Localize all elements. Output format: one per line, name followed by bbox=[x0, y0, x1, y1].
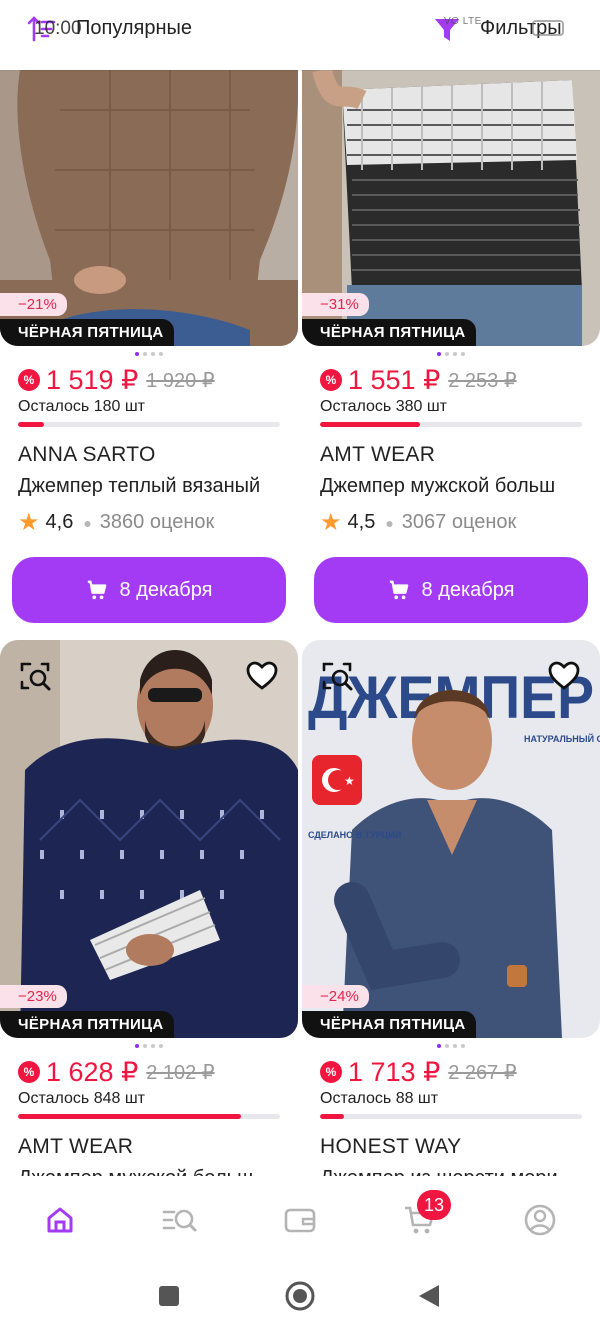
old-price: 2 102 ₽ bbox=[146, 1061, 215, 1084]
cart-count-badge: 13 bbox=[417, 1190, 451, 1220]
product-name[interactable]: Джемпер мужской больш bbox=[302, 475, 582, 498]
promo-label: ЧЁРНАЯ ПЯТНИЦА bbox=[302, 1011, 476, 1038]
bottom-navigation bbox=[0, 1176, 600, 1262]
promo-label: ЧЁРНАЯ ПЯТНИЦА bbox=[0, 319, 174, 346]
price: 1 628 ₽ bbox=[46, 1056, 139, 1087]
rating-value: 4,6 bbox=[45, 511, 74, 533]
brand: HONEST WAY bbox=[320, 1135, 462, 1158]
favorite-heart-icon[interactable] bbox=[544, 656, 584, 696]
star-icon: ★ bbox=[320, 509, 342, 536]
favorite-heart-icon[interactable] bbox=[242, 656, 282, 696]
cart-icon bbox=[87, 580, 106, 600]
rating-row: ★ 4,5 ● 3067 оценок bbox=[302, 508, 600, 537]
separator-dot: ● bbox=[83, 514, 92, 531]
home-button-icon[interactable] bbox=[284, 1280, 316, 1312]
brand: ANNA SARTO bbox=[18, 443, 156, 466]
status-time: 10:00 bbox=[34, 18, 82, 39]
discount-badge: −31% bbox=[302, 293, 369, 316]
nav-profile[interactable] bbox=[518, 1198, 562, 1242]
catalog-search-icon bbox=[162, 1209, 197, 1232]
price-row: % 1 519 ₽ 1 920 ₽ bbox=[0, 364, 298, 396]
add-to-cart-button[interactable]: 8 декабря bbox=[12, 557, 286, 623]
product-card[interactable]: −23% ЧЁРНАЯ ПЯТНИЦА % 1 628 ₽ 2 102 ₽ Ос… bbox=[0, 640, 298, 1190]
top-bar: 10:00 Популярные VO LTE Фильтры bbox=[0, 0, 600, 70]
nav-wallet[interactable] bbox=[278, 1198, 322, 1242]
discount-badge: −24% bbox=[302, 985, 369, 1008]
rating-value: 4,5 bbox=[347, 511, 376, 533]
image-pager bbox=[302, 1044, 600, 1050]
cart-icon bbox=[389, 580, 408, 600]
price-row: % 1 713 ₽ 2 267 ₽ bbox=[302, 1056, 600, 1088]
image-pager bbox=[0, 1044, 298, 1050]
price: 1 551 ₽ bbox=[348, 364, 441, 395]
image-pager bbox=[0, 352, 298, 358]
image-side-text: НАТУРАЛЬНЫЙ СОСТАВ bbox=[524, 733, 600, 744]
discount-percent-icon: % bbox=[18, 1061, 40, 1083]
star-icon: ★ bbox=[18, 509, 40, 536]
back-icon[interactable] bbox=[416, 1283, 442, 1309]
profile-icon bbox=[524, 1204, 556, 1236]
image-made-text: СДЕЛАНО В ТУРЦИИ bbox=[308, 830, 401, 840]
recents-icon[interactable] bbox=[157, 1284, 181, 1308]
system-navigation bbox=[0, 1262, 600, 1332]
old-price: 1 920 ₽ bbox=[146, 369, 215, 392]
add-to-cart-button[interactable]: 8 декабря bbox=[314, 557, 588, 623]
stock-left: Осталось 848 шт bbox=[18, 1090, 145, 1107]
old-price: 2 267 ₽ bbox=[448, 1061, 517, 1084]
stock-left: Осталось 380 шт bbox=[320, 398, 447, 415]
price: 1 713 ₽ bbox=[348, 1056, 441, 1087]
reviews-count: 3860 оценок bbox=[99, 511, 215, 533]
promo-label: ЧЁРНАЯ ПЯТНИЦА bbox=[302, 319, 476, 346]
wallet-icon bbox=[284, 1208, 316, 1233]
product-photo bbox=[0, 640, 298, 1038]
delivery-date: 8 декабря bbox=[119, 578, 213, 601]
product-image[interactable]: −21% ЧЁРНАЯ ПЯТНИЦА bbox=[0, 70, 298, 346]
nav-catalog[interactable] bbox=[158, 1198, 202, 1242]
product-card[interactable]: −21% ЧЁРНАЯ ПЯТНИЦА % 1 519 ₽ 1 920 ₽ Ос… bbox=[0, 70, 298, 623]
delivery-date: 8 декабря bbox=[421, 578, 515, 601]
discount-percent-icon: % bbox=[18, 369, 40, 391]
price: 1 519 ₽ bbox=[46, 364, 139, 395]
battery-icon bbox=[532, 20, 564, 36]
stock-left: Осталось 88 шт bbox=[320, 1090, 439, 1107]
stock-bar-fill bbox=[320, 422, 420, 427]
stock-bar bbox=[18, 422, 280, 427]
stock-bar bbox=[320, 422, 582, 427]
product-photo: ДЖЕМПЕР ★ НАТУРАЛЬНЫЙ СОСТАВ СДЕЛАНО В Т… bbox=[302, 640, 600, 1038]
stock-bar bbox=[320, 1114, 582, 1119]
discount-badge: −21% bbox=[0, 293, 67, 316]
stock-bar bbox=[18, 1114, 280, 1119]
stock-bar-fill bbox=[18, 1114, 241, 1119]
nav-home[interactable] bbox=[38, 1198, 82, 1242]
image-search-icon[interactable] bbox=[16, 656, 56, 696]
separator-dot: ● bbox=[385, 514, 394, 531]
price-row: % 1 628 ₽ 2 102 ₽ bbox=[0, 1056, 298, 1088]
discount-percent-icon: % bbox=[320, 1061, 342, 1083]
discount-percent-icon: % bbox=[320, 369, 342, 391]
brand: AMT WEAR bbox=[320, 443, 436, 466]
stock-bar-fill bbox=[320, 1114, 344, 1119]
reviews-count: 3067 оценок bbox=[401, 511, 517, 533]
old-price: 2 253 ₽ bbox=[448, 369, 517, 392]
svg-text:★: ★ bbox=[344, 774, 355, 788]
product-card[interactable]: ДЖЕМПЕР ★ НАТУРАЛЬНЫЙ СОСТАВ СДЕЛАНО В Т… bbox=[302, 640, 600, 1190]
discount-badge: −23% bbox=[0, 985, 67, 1008]
price-row: % 1 551 ₽ 2 253 ₽ bbox=[302, 364, 600, 396]
product-image[interactable]: ДЖЕМПЕР ★ НАТУРАЛЬНЫЙ СОСТАВ СДЕЛАНО В Т… bbox=[302, 640, 600, 1038]
rating-row: ★ 4,6 ● 3860 оценок bbox=[0, 508, 298, 537]
stock-left: Осталось 180 шт bbox=[18, 398, 145, 415]
sort-label[interactable]: Популярные bbox=[76, 17, 192, 40]
brand: AMT WEAR bbox=[18, 1135, 134, 1158]
product-image[interactable]: −23% ЧЁРНАЯ ПЯТНИЦА bbox=[0, 640, 298, 1038]
image-search-icon[interactable] bbox=[318, 656, 358, 696]
product-card[interactable]: −31% ЧЁРНАЯ ПЯТНИЦА % 1 551 ₽ 2 253 ₽ Ос… bbox=[302, 70, 600, 623]
product-name[interactable]: Джемпер теплый вязаный bbox=[0, 475, 280, 498]
product-image[interactable]: −31% ЧЁРНАЯ ПЯТНИЦА bbox=[302, 70, 600, 346]
stock-bar-fill bbox=[18, 422, 45, 427]
promo-label: ЧЁРНАЯ ПЯТНИЦА bbox=[0, 1011, 174, 1038]
status-network: VO LTE bbox=[444, 16, 482, 27]
image-pager bbox=[302, 352, 600, 358]
home-icon bbox=[47, 1207, 73, 1233]
